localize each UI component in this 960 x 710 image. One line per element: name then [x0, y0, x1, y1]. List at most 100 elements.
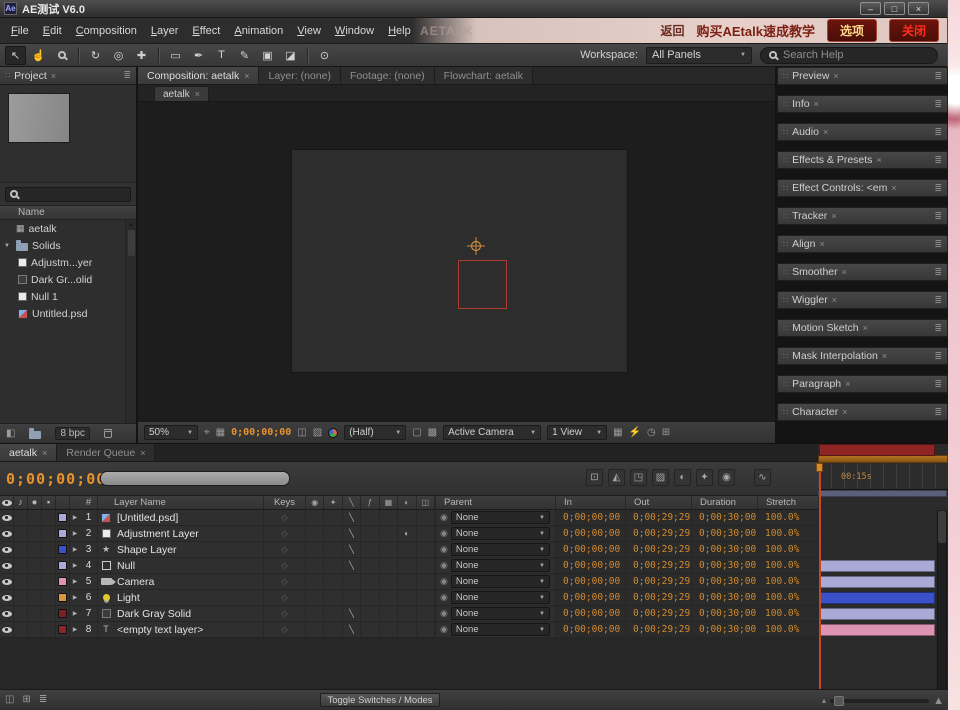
label-cell[interactable]	[56, 574, 70, 589]
stretch-value[interactable]: 100.0%	[758, 590, 818, 605]
switch-cell[interactable]	[306, 510, 324, 525]
pen-tool[interactable]: ✒	[188, 46, 209, 65]
parent-dropdown[interactable]: None▼	[451, 591, 550, 604]
keyframe-navigator[interactable]: ◇	[264, 622, 306, 637]
switch-cell[interactable]	[324, 590, 342, 605]
lock-cell[interactable]	[42, 526, 56, 541]
panel-audio[interactable]: ∷Audio×≣	[777, 123, 948, 141]
live-update-icon[interactable]: ⊡	[586, 469, 603, 486]
layer-row[interactable]: ▶ 5 Camera ◇ ◉None▼ 0;00;00;00 0;00;29;2…	[0, 574, 818, 590]
expand-in-out-icon[interactable]: ≣	[39, 694, 47, 705]
audio-cell[interactable]	[14, 510, 28, 525]
stretch-value[interactable]: 100.0%	[758, 558, 818, 573]
zoom-slider-thumb[interactable]	[834, 696, 844, 706]
out-value[interactable]: 0;00;29;29	[626, 574, 692, 589]
project-item-null[interactable]: Null 1	[0, 288, 136, 305]
close-icon[interactable]: ×	[842, 267, 847, 277]
item-name[interactable]: Untitled.psd	[32, 308, 87, 320]
switch-cell[interactable]	[361, 558, 379, 573]
switch-cell[interactable]	[361, 574, 379, 589]
zoom-in-icon[interactable]: ▲	[933, 695, 944, 707]
lock-cell[interactable]	[42, 510, 56, 525]
flowchart-button-icon[interactable]: ⊞	[662, 427, 670, 438]
lock-cell[interactable]	[42, 542, 56, 557]
out-value[interactable]: 0;00;29;29	[626, 606, 692, 621]
expander-icon[interactable]: ▶	[70, 542, 80, 557]
panel-wiggler[interactable]: ∷Wiggler×≣	[777, 291, 948, 309]
panel-smoother[interactable]: ∷Smoother×≣	[777, 263, 948, 281]
switch-cell[interactable]	[306, 590, 324, 605]
panel-paragraph[interactable]: ∷Paragraph×≣	[777, 375, 948, 393]
in-column-header[interactable]: In	[556, 496, 626, 509]
safe-guides-icon[interactable]: ⌖	[204, 427, 210, 438]
folder-expander-icon[interactable]: ▼	[4, 243, 12, 249]
switch-cell[interactable]	[306, 574, 324, 589]
switch-cell[interactable]	[398, 510, 416, 525]
switch-cell[interactable]	[380, 574, 398, 589]
eraser-tool[interactable]: ◪	[280, 46, 301, 65]
switch-cell[interactable]	[398, 542, 416, 557]
in-value[interactable]: 0;00;00;00	[556, 558, 626, 573]
brush-tool[interactable]: ✎	[234, 46, 255, 65]
time-ruler[interactable]: 00:15s	[818, 463, 948, 490]
panel-menu-icon[interactable]: ≣	[934, 295, 942, 306]
resolution-dropdown[interactable]: (Half) ▼	[344, 425, 406, 440]
layer-row[interactable]: ▶ 7 Dark Gray Solid ◇ ╲ ◉None▼ 0;00;00;0…	[0, 606, 818, 622]
type-tool[interactable]: T	[211, 46, 232, 65]
item-name[interactable]: aetalk	[29, 223, 57, 235]
expander-icon[interactable]: ▶	[70, 622, 80, 637]
grid-icon[interactable]: ▦	[216, 427, 225, 438]
switch-cell[interactable]	[361, 622, 379, 637]
label-color-swatch[interactable]	[58, 625, 67, 634]
menu-composition[interactable]: Composition	[69, 25, 144, 37]
switch-cell[interactable]	[417, 542, 435, 557]
label-color-swatch[interactable]	[58, 561, 67, 570]
switch-cell[interactable]	[306, 622, 324, 637]
switches-column-header[interactable]: ◉ ✦ ╲ ƒ ▦ ◐ ◫	[306, 496, 436, 509]
label-cell[interactable]	[56, 542, 70, 557]
layer-duration-bar[interactable]	[819, 624, 935, 636]
close-icon[interactable]: ×	[244, 71, 249, 81]
layer-row[interactable]: ▶ 3 ★ Shape Layer ◇ ╲ ◉None▼ 0;00;00;00 …	[0, 542, 818, 558]
quality-switch[interactable]: ╲	[343, 558, 361, 573]
viewer-timecode[interactable]: 0;00;00;00	[231, 427, 291, 438]
pick-whip-icon[interactable]: ◉	[440, 528, 448, 539]
duration-value[interactable]: 0;00;30;00	[692, 590, 758, 605]
close-icon[interactable]: ×	[863, 323, 868, 333]
scrollbar-thumb[interactable]	[938, 511, 946, 543]
hide-shy-icon[interactable]: ◳	[630, 469, 647, 486]
menu-view[interactable]: View	[290, 25, 328, 37]
layer-duration-bar[interactable]	[819, 576, 935, 588]
panel-menu-icon[interactable]: ≣	[123, 70, 131, 81]
label-color-swatch[interactable]	[58, 577, 67, 586]
composition-frame[interactable]	[292, 150, 627, 372]
panel-effect-controls[interactable]: ∷Effect Controls: <em×≣	[777, 179, 948, 197]
label-cell[interactable]	[56, 558, 70, 573]
switch-cell[interactable]	[324, 558, 342, 573]
panel-menu-icon[interactable]: ≣	[934, 323, 942, 334]
close-icon[interactable]: ×	[842, 407, 847, 417]
timeline-vertical-scrollbar[interactable]	[937, 510, 947, 689]
panel-menu-icon[interactable]: ≣	[934, 239, 942, 250]
anchor-point-icon[interactable]	[467, 237, 485, 255]
duration-value[interactable]: 0;00;30;00	[692, 526, 758, 541]
menu-file[interactable]: File	[4, 25, 36, 37]
clone-stamp-tool[interactable]: ▣	[257, 46, 278, 65]
switch-cell[interactable]	[361, 510, 379, 525]
label-column-header[interactable]	[56, 496, 70, 509]
layer-name-column-header[interactable]: Layer Name	[98, 496, 264, 509]
switch-cell[interactable]	[417, 590, 435, 605]
layer-row[interactable]: ▶ 8 T <empty text layer> ◇ ╲ ◉None▼ 0;00…	[0, 622, 818, 638]
frame-blend-icon[interactable]: ▨	[652, 469, 669, 486]
switch-cell[interactable]	[398, 622, 416, 637]
switch-cell[interactable]	[380, 558, 398, 573]
layer-name[interactable]: Dark Gray Solid	[114, 606, 264, 621]
label-cell[interactable]	[56, 510, 70, 525]
switch-cell[interactable]	[306, 558, 324, 573]
minimize-button[interactable]: –	[860, 2, 881, 15]
parent-dropdown[interactable]: None▼	[451, 543, 550, 556]
panel-character[interactable]: ∷Character×≣	[777, 403, 948, 421]
switch-cell[interactable]	[324, 622, 342, 637]
fast-preview-icon[interactable]: ⚡	[629, 427, 641, 438]
panel-mask-interpolation[interactable]: ∷Mask Interpolation×≣	[777, 347, 948, 365]
